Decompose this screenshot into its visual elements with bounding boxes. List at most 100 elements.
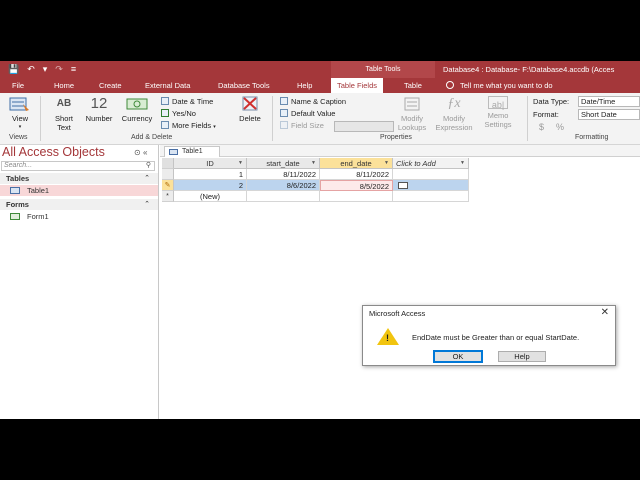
modify-expression-label: Modify Expression: [435, 114, 473, 132]
cell-start-date[interactable]: 8/6/2022: [247, 180, 320, 191]
ok-button[interactable]: OK: [433, 350, 483, 363]
chevron-down-icon: ▾: [18, 124, 22, 130]
percent-format-button[interactable]: %: [556, 122, 564, 132]
doc-tab-table1[interactable]: Table1: [164, 146, 220, 157]
number-button[interactable]: 12 Number: [82, 96, 116, 124]
column-header-label: ID: [206, 159, 214, 168]
cell-new[interactable]: [247, 191, 320, 202]
ribbon-tabs: File Home Create External Data Database …: [0, 78, 640, 93]
format-select[interactable]: Short Date: [578, 109, 640, 120]
delete-button[interactable]: Delete: [236, 96, 264, 123]
tab-table-fields[interactable]: Table Fields: [331, 78, 384, 93]
tab-help[interactable]: Help: [297, 78, 312, 93]
column-header-id[interactable]: ID ▼: [174, 158, 247, 169]
name-caption-label: Name & Caption: [291, 97, 347, 106]
calendar-icon: [161, 97, 169, 105]
memo-settings-button[interactable]: ab| Memo Settings: [478, 96, 518, 129]
function-icon: ƒx: [447, 96, 461, 111]
modify-lookups-label: Modify Lookups: [397, 114, 427, 132]
cell-new[interactable]: [320, 191, 393, 202]
chevron-down-icon[interactable]: ▼: [238, 158, 243, 169]
view-button[interactable]: View ▾: [6, 96, 34, 132]
nav-search-input[interactable]: Search... ⚲: [1, 161, 155, 171]
save-icon[interactable]: 💾: [8, 63, 19, 75]
name-caption-button[interactable]: Name & Caption: [280, 97, 346, 107]
cell-new[interactable]: (New): [174, 191, 247, 202]
view-label: View: [11, 114, 29, 123]
field-size-input[interactable]: [334, 121, 394, 132]
customize-qat-icon[interactable]: ≡: [71, 63, 76, 75]
cell-start-date[interactable]: 8/11/2022: [247, 169, 320, 180]
short-text-button[interactable]: AB Short Text: [51, 96, 77, 132]
undo-icon[interactable]: ↶: [27, 63, 35, 75]
default-value-button[interactable]: Default Value: [280, 109, 335, 119]
currency-format-button[interactable]: $: [539, 122, 544, 132]
column-header-end-date[interactable]: end_date ▼: [320, 158, 393, 169]
currency-icon: [126, 98, 148, 110]
row-selector[interactable]: [162, 169, 174, 180]
chevron-down-icon[interactable]: ▼: [311, 158, 316, 169]
date-time-button[interactable]: Date & Time: [161, 97, 213, 107]
cell-id[interactable]: 1: [174, 169, 247, 180]
nav-group-tables[interactable]: Tables ⌃: [0, 173, 158, 184]
nav-menu-chevron-icon[interactable]: ⊙: [134, 148, 141, 157]
date-picker-icon[interactable]: [398, 182, 408, 189]
title-bar: 💾 ↶ ▾ ↷ ≡ Table Tools Database4 : Databa…: [0, 61, 640, 78]
short-text-label: Short Text: [55, 114, 73, 132]
memo-icon: ab|: [488, 96, 508, 110]
nav-pane-title[interactable]: All Access Objects: [2, 145, 105, 159]
cell-add[interactable]: [393, 180, 469, 191]
chevron-up-icon: ⌃: [144, 201, 150, 208]
chevron-up-icon: ⌃: [144, 175, 150, 182]
help-button[interactable]: Help: [498, 351, 546, 362]
modify-expression-button[interactable]: ƒx Modify Expression: [433, 96, 475, 132]
redo-icon[interactable]: ↷: [55, 63, 63, 75]
undo-dropdown-icon[interactable]: ▾: [43, 63, 48, 75]
separator: [40, 96, 41, 141]
tab-database-tools[interactable]: Database Tools: [218, 78, 270, 93]
window-title: Database4 : Database- F:\Database4.accdb…: [443, 65, 615, 74]
cell-id[interactable]: 2: [174, 180, 247, 191]
nav-item-table1[interactable]: Table1: [0, 185, 158, 196]
search-icon: ⚲: [145, 162, 151, 169]
nav-collapse-icon[interactable]: «: [143, 148, 147, 157]
chevron-down-icon[interactable]: ▼: [384, 158, 389, 169]
warning-mark: !: [386, 333, 389, 343]
modify-lookups-button[interactable]: Modify Lookups: [395, 96, 429, 132]
yes-no-button[interactable]: Yes/No: [161, 109, 196, 119]
group-add-delete-label: Add & Delete: [131, 134, 173, 141]
tab-external-data[interactable]: External Data: [145, 78, 190, 93]
nav-group-tables-label: Tables: [6, 174, 30, 183]
select-all-corner[interactable]: [162, 158, 174, 169]
table-icon: [10, 187, 20, 194]
chevron-down-icon[interactable]: ▼: [460, 158, 465, 169]
cell-new[interactable]: [393, 191, 469, 202]
close-icon[interactable]: ✕: [601, 307, 609, 319]
dialog-message: EndDate must be Greater than or equal St…: [412, 333, 580, 342]
cell-add[interactable]: [393, 169, 469, 180]
tab-table[interactable]: Table: [404, 78, 422, 93]
more-fields-button[interactable]: More Fields ▾: [161, 121, 216, 132]
column-header-start-date[interactable]: start_date ▼: [247, 158, 320, 169]
context-tab-title: Table Tools: [331, 61, 435, 78]
cell-end-date[interactable]: 8/11/2022: [320, 169, 393, 180]
tell-me-search[interactable]: Tell me what you want to do: [446, 78, 553, 93]
currency-button[interactable]: Currency: [118, 96, 156, 123]
column-header-click-to-add[interactable]: Click to Add ▼: [393, 158, 469, 169]
tab-create[interactable]: Create: [99, 78, 122, 93]
nav-item-form1[interactable]: Form1: [0, 211, 158, 222]
quick-access-toolbar: 💾 ↶ ▾ ↷ ≡: [8, 63, 76, 75]
data-type-select[interactable]: Date/Time: [578, 96, 640, 107]
pencil-icon[interactable]: ✎: [162, 180, 174, 191]
yes-no-label: Yes/No: [172, 109, 196, 118]
nav-group-forms[interactable]: Forms ⌃: [0, 199, 158, 210]
nav-search-placeholder: Search...: [4, 162, 33, 169]
column-header-label: end_date: [340, 159, 372, 168]
tab-file[interactable]: File: [12, 78, 24, 93]
new-row-marker[interactable]: *: [162, 191, 174, 202]
message-dialog: Microsoft Access ✕ ! EndDate must be Gre…: [362, 305, 616, 366]
tab-home[interactable]: Home: [54, 78, 74, 93]
delete-icon: [242, 96, 258, 111]
group-properties-label: Properties: [380, 134, 412, 141]
cell-end-date-editing[interactable]: 8/5/2022: [320, 180, 393, 191]
